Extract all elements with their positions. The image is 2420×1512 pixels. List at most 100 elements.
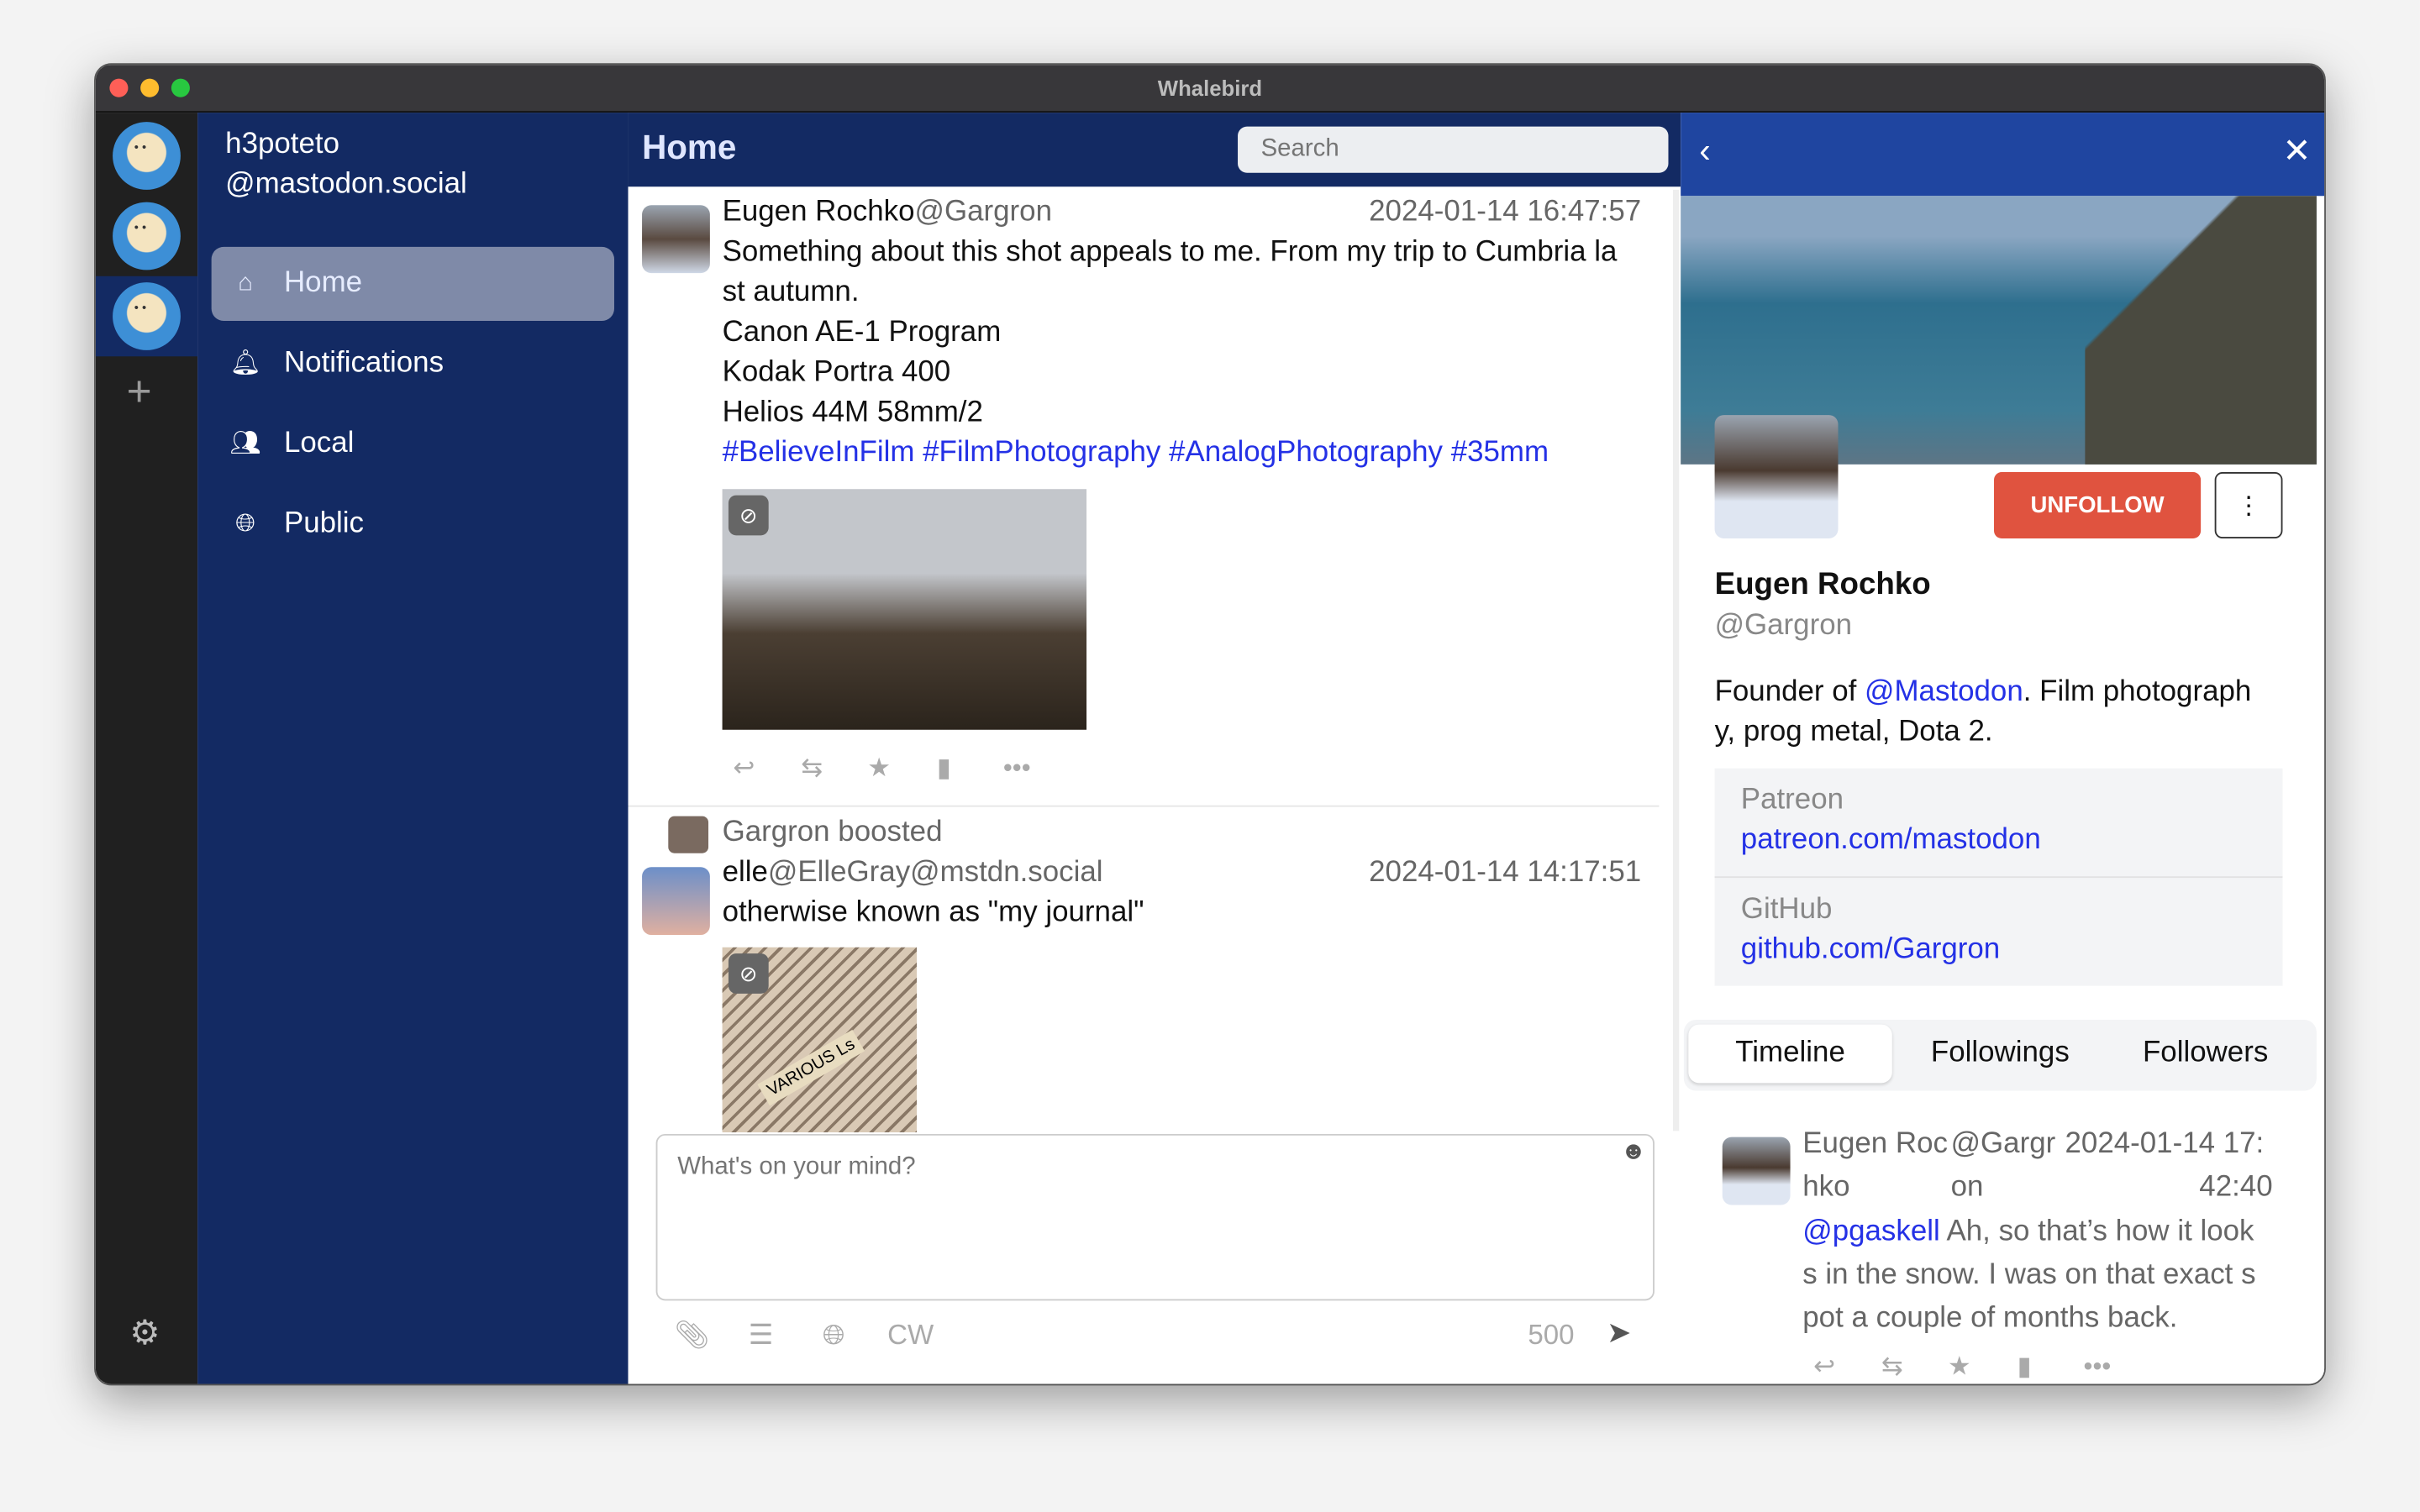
scrollbar[interactable]: [1672, 189, 1680, 1131]
bio-mention-link[interactable]: @Mastodon: [1865, 675, 2023, 708]
post-author-name[interactable]: Eugen Roc: [1802, 1128, 1948, 1162]
account-avatar-active[interactable]: [95, 276, 198, 357]
users-icon: 👥︎: [229, 430, 261, 457]
more-icon[interactable]: •••: [2084, 1352, 2112, 1383]
profile-acct: @Gargron: [1714, 609, 1853, 643]
profile-fields: Patreon patreon.com/mastodon GitHub gith…: [1714, 768, 2283, 986]
field-link[interactable]: patreon.com/mastodon: [1741, 824, 2041, 858]
tab-followings[interactable]: Followings: [1898, 1025, 2102, 1084]
post-text-line: Kodak Portra 400: [722, 356, 951, 389]
post-acct: @Gargr: [1950, 1127, 2056, 1161]
field-name: GitHub: [1740, 893, 1833, 927]
post-text-line: @pgaskell Ah, so that’s how it look: [1802, 1215, 2254, 1248]
reply-icon[interactable]: ↩: [1813, 1352, 1835, 1383]
home-icon: ⌂: [238, 270, 253, 297]
post-author[interactable]: elle@ElleGray@mstdn.social: [723, 856, 1103, 890]
label: Notifications: [283, 347, 445, 380]
sidebar-item-home[interactable]: ⌂ Home: [211, 246, 615, 322]
send-icon[interactable]: ➤: [1607, 1316, 1631, 1352]
timeline-header: Home: [628, 113, 1681, 187]
add-account-icon[interactable]: +: [127, 367, 152, 417]
post-text-line: otherwise known as "my journal": [722, 896, 1144, 929]
post-time: 2024-01-14 17:: [2065, 1127, 2265, 1161]
title-bar: Whalebird: [95, 65, 2325, 113]
account-avatar[interactable]: [96, 196, 197, 276]
post-text-line: Canon AE-1 Program: [722, 316, 1002, 349]
divider: [628, 805, 1660, 807]
tab-timeline[interactable]: Timeline: [1688, 1024, 1892, 1084]
tab-followers[interactable]: Followers: [2103, 1025, 2307, 1084]
unfollow-button[interactable]: UNFOLLOW: [1994, 472, 2202, 539]
close-window-button[interactable]: [109, 78, 129, 97]
search-input[interactable]: [1238, 126, 1669, 173]
post-image[interactable]: ⊘ VARIOUS Ls: [722, 947, 917, 1133]
avatar[interactable]: [1722, 1137, 1791, 1205]
account-avatar[interactable]: [96, 116, 197, 197]
profile-panel: ‹ ✕ UNFOLLOW ⋮ Eugen Rochko @Gargron Fou…: [1681, 113, 2325, 1384]
emoji-icon[interactable]: ☻: [1621, 1138, 1647, 1166]
sidebar-item-notifications[interactable]: 🔔︎ Notifications: [212, 327, 614, 401]
post-actions: ↩ ⇆ ★ ▮ •••: [1813, 1352, 2122, 1383]
post-time: 2024-01-14 16:47:57: [1369, 196, 1642, 228]
bookmark-icon[interactable]: ▮: [2018, 1352, 2032, 1383]
post-time: 2024-01-14 14:17:51: [1369, 856, 1642, 889]
booster-avatar[interactable]: [668, 816, 709, 853]
post-author[interactable]: Eugen Rochko@Gargron: [723, 196, 1052, 229]
close-icon[interactable]: ✕: [2282, 131, 2311, 171]
sidebar: h3poteto @mastodon.social ⌂ Home 🔔︎ Notifi…: [197, 113, 629, 1384]
minimize-window-button[interactable]: [140, 78, 160, 97]
profile-tabs: Timeline Followings Followers: [1683, 1020, 2317, 1091]
mention-link[interactable]: @pgaskell: [1802, 1215, 1939, 1248]
page-title: Home: [642, 128, 737, 167]
profile-header: ‹ ✕: [1681, 113, 2325, 197]
post-text-line: pot a couple of months back.: [1802, 1302, 2178, 1335]
hide-media-icon[interactable]: ⊘: [728, 495, 769, 536]
label: Local: [283, 427, 355, 460]
star-icon[interactable]: ★: [1948, 1352, 1971, 1383]
post-text-line: Something about this shot appeals to me.…: [722, 236, 1618, 269]
more-icon[interactable]: •••: [1003, 753, 1031, 784]
post-text-line: st autumn.: [722, 276, 860, 309]
post-text-line: s in the snow. I was on that exact s: [1802, 1258, 2256, 1292]
sidebar-item-public[interactable]: 🌐︎ Public: [212, 487, 614, 561]
avatar[interactable]: [642, 867, 710, 936]
visibility-globe-icon[interactable]: 🌐︎: [823, 1319, 844, 1352]
avatar[interactable]: [642, 205, 710, 274]
label: Public: [283, 507, 365, 540]
field-name: Patreon: [1740, 784, 1844, 816]
post-author-name[interactable]: hko: [1802, 1171, 1849, 1205]
profile-bio-line: y, prog metal, Dota 2.: [1714, 716, 1993, 748]
character-count: 500: [1528, 1319, 1575, 1351]
hide-media-icon[interactable]: ⊘: [728, 953, 769, 994]
post-actions: ↩ ⇆ ★ ▮ •••: [733, 753, 1041, 784]
more-options-button[interactable]: ⋮: [2214, 472, 2283, 539]
account-rail: + ⚙: [95, 113, 198, 1384]
star-icon[interactable]: ★: [867, 753, 891, 784]
compose-input[interactable]: [655, 1133, 1655, 1301]
username: h3poteto: [225, 128, 340, 161]
profile-avatar: [1714, 415, 1839, 539]
globe-icon: 🌐︎: [235, 510, 255, 538]
window-title: Whalebird: [1157, 75, 1263, 101]
post-acct: on: [1950, 1171, 1984, 1204]
profile-bio-line: Founder of @Mastodon. Film photograph: [1714, 675, 2252, 709]
post-image[interactable]: ⊘: [722, 489, 1087, 730]
post-hashtags[interactable]: #BelieveInFilm #FilmPhotography #AnalogP…: [723, 437, 1549, 470]
reply-icon[interactable]: ↩: [733, 753, 755, 784]
sidebar-item-local[interactable]: 👥︎ Local: [212, 407, 614, 481]
bell-icon: 🔔︎: [229, 349, 261, 377]
post-time: 42:40: [2199, 1171, 2273, 1204]
boost-icon[interactable]: ⇆: [1881, 1352, 1903, 1383]
back-icon[interactable]: ‹: [1699, 131, 1710, 171]
poll-icon[interactable]: ☰: [749, 1319, 774, 1352]
attachment-icon[interactable]: 📎︎: [675, 1319, 710, 1352]
profile-display-name: Eugen Rochko: [1714, 567, 1931, 602]
boost-icon[interactable]: ⇆: [801, 753, 823, 784]
bookmark-icon[interactable]: ▮: [937, 753, 951, 784]
image-label: VARIOUS Ls: [757, 1029, 865, 1106]
cw-button[interactable]: CW: [887, 1319, 934, 1352]
gear-icon[interactable]: ⚙: [129, 1313, 160, 1353]
field-link[interactable]: github.com/Gargron: [1741, 933, 2000, 967]
app-window: Whalebird + ⚙ h3poteto @mastodon.social …: [94, 63, 2326, 1386]
zoom-window-button[interactable]: [171, 78, 190, 97]
